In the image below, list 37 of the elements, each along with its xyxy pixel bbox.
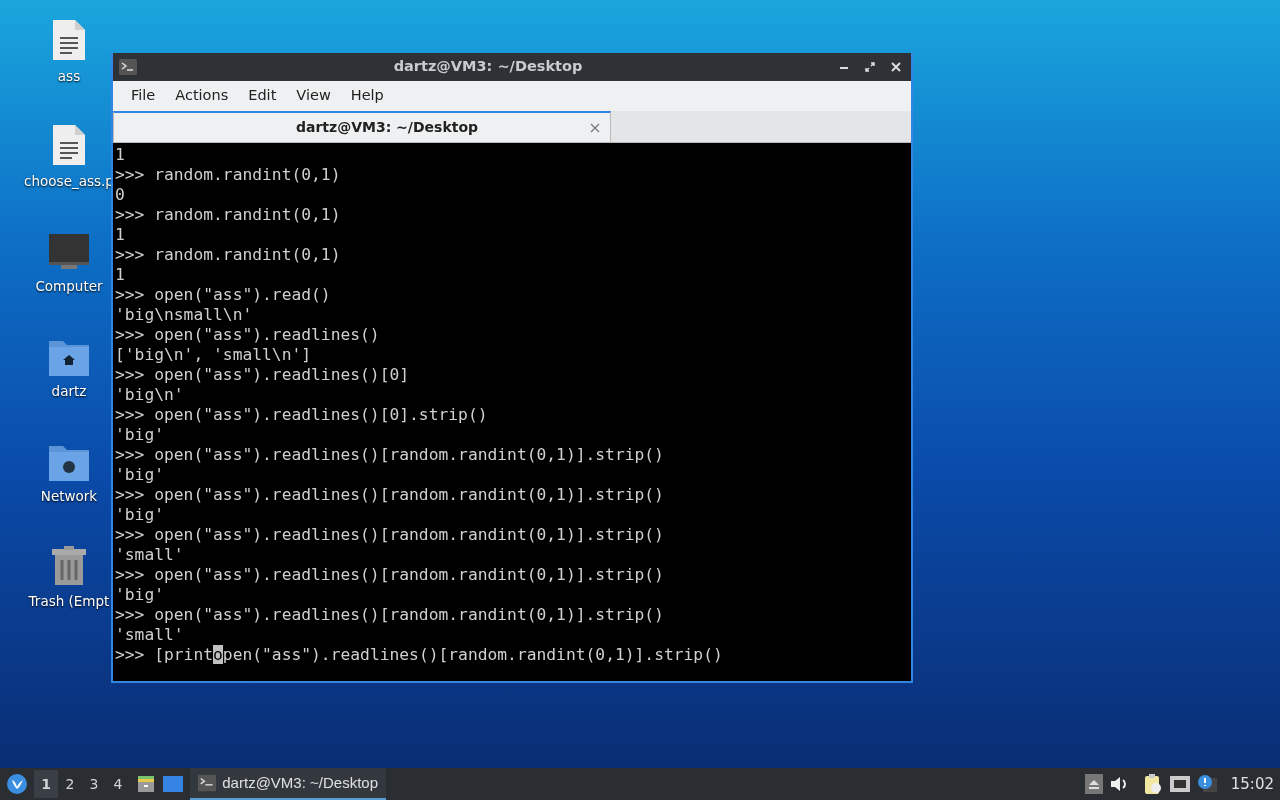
eject-icon[interactable]	[1084, 774, 1103, 794]
window-title: dartz@VM3: ~/Desktop	[392, 57, 584, 77]
desktop-icon-label[interactable]: Computer	[35, 276, 103, 297]
workspace-button[interactable]: 4	[106, 770, 130, 798]
notification-icon[interactable]	[1196, 774, 1217, 794]
terminal-output: 1 >>> random.randint(0,1) 0 >>> random.randint(0,1) 1 >>> random.randint(0,1) 1 >>> open("ass").read() 'big\nsmall\n' >>> open("ass").readlines() ['big\n', 'small\n'] >>> open("ass").readlines()[0] 'big\n' >>> open("ass").readlines()[0].strip() 'big' >>> open("ass").readlines()[random.randint(0,1)].strip() 'big' >>> open("ass").readlines()[random.randint(0,1)].strip() 'big' >>> open("ass").readlines()[random.randint(0,1)].strip() 'small' >>> open("ass").readlines()[random.randint(0,1)].strip() 'big' >>> open("ass").readlines()[random.randint(0,1)].strip() 'small' >>> [printopen("ass").readlines()[random.randint(0,1)].strip()	[113, 143, 911, 681]
workspace-button[interactable]: 2	[58, 770, 82, 798]
close-tab-icon[interactable]	[590, 122, 600, 133]
workspace-button[interactable]: 3	[82, 770, 106, 798]
desktop-icon-label[interactable]: Network	[40, 486, 98, 507]
desktop-icon-label[interactable]: choose_ass.p	[24, 171, 114, 192]
workspace-button[interactable]: 1	[34, 770, 58, 798]
document-icon[interactable]	[51, 123, 87, 167]
menu-item[interactable]: Help	[340, 85, 394, 107]
desktop-icon[interactable]	[162, 775, 184, 793]
trash-icon[interactable]	[50, 545, 88, 587]
desktop-icon-label[interactable]: dartz	[51, 381, 87, 402]
clipboard-icon[interactable]	[1142, 773, 1163, 795]
menu-item[interactable]: Edit	[238, 85, 287, 107]
terminal-icon	[198, 774, 217, 792]
file-cabinet-icon[interactable]	[136, 774, 156, 794]
document-icon[interactable]	[51, 18, 87, 62]
app-menu-icon[interactable]	[6, 773, 28, 795]
volume-icon[interactable]	[1108, 774, 1129, 794]
menu-item[interactable]: Actions	[165, 85, 239, 107]
desktop-icon-label[interactable]: Trash (Empt	[28, 591, 110, 612]
clock: 15:02	[1230, 773, 1274, 795]
taskbar-task[interactable]: dartz@VM3: ~/Desktop	[190, 768, 386, 800]
close-icon[interactable]	[891, 62, 901, 72]
terminal-icon	[119, 59, 137, 75]
tab[interactable]: dartz@VM3: ~/Desktop	[113, 111, 611, 142]
menu-item[interactable]: View	[286, 85, 341, 107]
maximize-icon[interactable]	[865, 62, 875, 72]
menu-item[interactable]: File	[121, 85, 166, 107]
home-folder-icon[interactable]	[48, 339, 90, 377]
network-folder-icon[interactable]	[48, 444, 90, 482]
monitor-icon[interactable]	[47, 232, 91, 272]
